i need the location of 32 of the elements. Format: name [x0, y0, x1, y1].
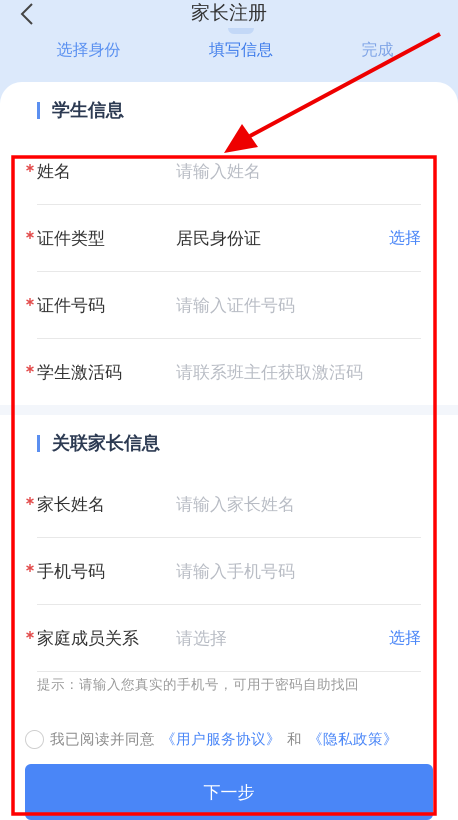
step-label: 选择身份	[56, 40, 120, 60]
next-button[interactable]: 下一步	[25, 764, 433, 820]
section-marker	[37, 434, 40, 452]
step-label: 完成	[362, 40, 394, 60]
input-field[interactable]: 请输入家长姓名	[176, 492, 421, 516]
input-field[interactable]: 请输入手机号码	[176, 560, 421, 582]
hint-text: 提示：请输入您真实的手机号，可用于密码自助找回	[36, 676, 360, 695]
input-field[interactable]: 请输入姓名	[176, 160, 421, 182]
field-label: 家长姓名	[37, 494, 106, 516]
agree-radio[interactable]	[25, 730, 44, 748]
select-field[interactable]: 请选择	[176, 626, 389, 650]
field-label: 证件号码	[37, 294, 106, 316]
service-agreement-link[interactable]: 《用户服务协议》	[161, 730, 281, 748]
field-label: 手机号码	[37, 560, 106, 582]
input-field[interactable]: 请输入证件号码	[176, 294, 421, 316]
select-field[interactable]: 居民身份证	[176, 226, 389, 250]
field-label: 姓名	[37, 160, 72, 182]
input-field[interactable]: 请联系班主任获取激活码	[176, 360, 421, 384]
privacy-policy-link[interactable]: 《隐私政策》	[308, 730, 398, 748]
field-label: 家庭成员关系	[37, 628, 140, 650]
section-marker	[37, 102, 40, 118]
page-title: 家长注册	[191, 1, 267, 26]
field-label: 证件类型	[37, 228, 106, 250]
back-icon[interactable]	[20, 2, 34, 26]
section-title: 学生信息	[52, 99, 124, 122]
field-label: 学生激活码	[37, 362, 123, 384]
conjunction-text: 和	[287, 730, 302, 748]
section-title: 关联家长信息	[52, 432, 160, 455]
step-label: 填写信息	[208, 40, 273, 60]
choose-link[interactable]: 选择	[389, 228, 421, 248]
choose-link[interactable]: 选择	[389, 628, 421, 648]
agreement-text: 我已阅读并同意	[50, 730, 155, 748]
